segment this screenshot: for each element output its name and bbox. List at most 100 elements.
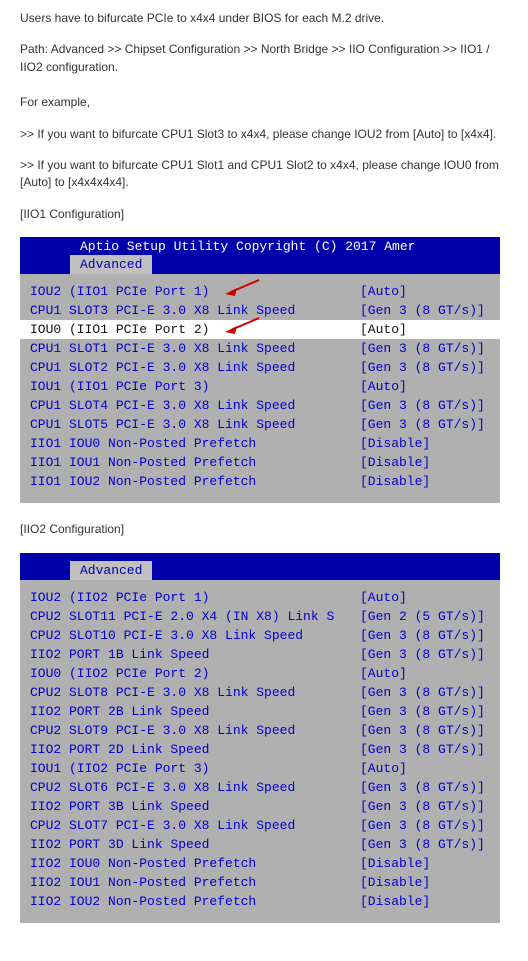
bios-setting-row[interactable]: IIO1 IOU0 Non-Posted Prefetch[Disable] (20, 434, 500, 453)
setting-label: CPU2 SLOT8 PCI-E 3.0 X8 Link Speed (30, 683, 360, 702)
setting-label: CPU1 SLOT1 PCI-E 3.0 X8 Link Speed (30, 339, 360, 358)
setting-value[interactable]: [Disable] (360, 453, 430, 472)
bios-setting-row[interactable]: IIO1 IOU2 Non-Posted Prefetch[Disable] (20, 472, 500, 491)
setting-value[interactable]: [Auto] (360, 759, 407, 778)
setting-label: CPU1 SLOT3 PCI-E 3.0 X8 Link Speed (30, 301, 360, 320)
bios-setting-row[interactable]: CPU1 SLOT4 PCI-E 3.0 X8 Link Speed[Gen 3… (20, 396, 500, 415)
setting-value[interactable]: [Gen 3 (8 GT/s)] (360, 835, 485, 854)
bios-setting-row[interactable]: IOU2 (IIO1 PCIe Port 1)[Auto] (20, 282, 500, 301)
bios-screenshot-iio2: Advanced IOU2 (IIO2 PCIe Port 1)[Auto]CP… (20, 553, 500, 923)
setting-label: CPU1 SLOT2 PCI-E 3.0 X8 Link Speed (30, 358, 360, 377)
bios-setting-row[interactable]: CPU2 SLOT8 PCI-E 3.0 X8 Link Speed[Gen 3… (20, 683, 500, 702)
bios-setting-row[interactable]: IOU2 (IIO2 PCIe Port 1)[Auto] (20, 588, 500, 607)
document-body: Users have to bifurcate PCIe to x4x4 und… (0, 0, 528, 961)
setting-label: IIO1 IOU2 Non-Posted Prefetch (30, 472, 360, 491)
setting-label: CPU1 SLOT4 PCI-E 3.0 X8 Link Speed (30, 396, 360, 415)
bios-setting-row[interactable]: CPU2 SLOT9 PCI-E 3.0 X8 Link Speed[Gen 3… (20, 721, 500, 740)
setting-value[interactable]: [Gen 3 (8 GT/s)] (360, 358, 485, 377)
setting-label: IOU2 (IIO1 PCIe Port 1) (30, 282, 360, 301)
setting-value[interactable]: [Gen 3 (8 GT/s)] (360, 778, 485, 797)
bios-titlebar (20, 553, 500, 561)
bios-setting-row[interactable]: CPU1 SLOT1 PCI-E 3.0 X8 Link Speed[Gen 3… (20, 339, 500, 358)
bios-tabbar: Advanced (20, 255, 500, 274)
setting-label: IIO2 PORT 3B Link Speed (30, 797, 360, 816)
setting-label: CPU2 SLOT9 PCI-E 3.0 X8 Link Speed (30, 721, 360, 740)
bios-tabbar: Advanced (20, 561, 500, 580)
setting-label: CPU2 SLOT10 PCI-E 3.0 X8 Link Speed (30, 626, 360, 645)
bios-screenshot-iio1: Aptio Setup Utility Copyright (C) 2017 A… (20, 237, 500, 503)
setting-value[interactable]: [Auto] (360, 282, 407, 301)
setting-label: IIO2 IOU1 Non-Posted Prefetch (30, 873, 360, 892)
intro-text-3: For example, (20, 94, 508, 111)
setting-label: IOU1 (IIO2 PCIe Port 3) (30, 759, 360, 778)
bios-setting-row[interactable]: IOU1 (IIO2 PCIe Port 3)[Auto] (20, 759, 500, 778)
setting-value[interactable]: [Gen 3 (8 GT/s)] (360, 721, 485, 740)
heading-iio2: [IIO2 Configuration] (20, 521, 508, 538)
bios-setting-row[interactable]: IIO2 PORT 2D Link Speed[Gen 3 (8 GT/s)] (20, 740, 500, 759)
intro-text-5: >> If you want to bifurcate CPU1 Slot1 a… (20, 157, 508, 192)
bios-setting-row[interactable]: CPU2 SLOT10 PCI-E 3.0 X8 Link Speed[Gen … (20, 626, 500, 645)
intro-text-2: Path: Advanced >> Chipset Configuration … (20, 41, 508, 76)
setting-label: CPU2 SLOT11 PCI-E 2.0 X4 (IN X8) Link S (30, 607, 360, 626)
bios-body-iio1: IOU2 (IIO1 PCIe Port 1)[Auto]CPU1 SLOT3 … (20, 274, 500, 503)
setting-label: IIO1 IOU0 Non-Posted Prefetch (30, 434, 360, 453)
bios-setting-row[interactable]: IOU0 (IIO2 PCIe Port 2)[Auto] (20, 664, 500, 683)
setting-value[interactable]: [Disable] (360, 892, 430, 911)
setting-label: IIO2 PORT 2D Link Speed (30, 740, 360, 759)
setting-label: IOU2 (IIO2 PCIe Port 1) (30, 588, 360, 607)
bios-setting-row[interactable]: CPU1 SLOT2 PCI-E 3.0 X8 Link Speed[Gen 3… (20, 358, 500, 377)
setting-value[interactable]: [Gen 3 (8 GT/s)] (360, 415, 485, 434)
setting-value[interactable]: [Disable] (360, 854, 430, 873)
setting-label: CPU1 SLOT5 PCI-E 3.0 X8 Link Speed (30, 415, 360, 434)
setting-value[interactable]: [Gen 3 (8 GT/s)] (360, 702, 485, 721)
bios-titlebar: Aptio Setup Utility Copyright (C) 2017 A… (20, 237, 500, 255)
setting-label: IIO2 PORT 1B Link Speed (30, 645, 360, 664)
setting-value[interactable]: [Gen 3 (8 GT/s)] (360, 740, 485, 759)
setting-label: IIO2 IOU2 Non-Posted Prefetch (30, 892, 360, 911)
setting-label: IOU1 (IIO1 PCIe Port 3) (30, 377, 360, 396)
bios-setting-row[interactable]: IIO2 PORT 3D Link Speed[Gen 3 (8 GT/s)] (20, 835, 500, 854)
setting-value[interactable]: [Gen 3 (8 GT/s)] (360, 797, 485, 816)
setting-label: IOU0 (IIO1 PCIe Port 2) (30, 320, 360, 339)
bios-setting-row[interactable]: IIO2 IOU2 Non-Posted Prefetch[Disable] (20, 892, 500, 911)
setting-value[interactable]: [Auto] (360, 588, 407, 607)
intro-text-1: Users have to bifurcate PCIe to x4x4 und… (20, 10, 508, 27)
bios-body-iio2: IOU2 (IIO2 PCIe Port 1)[Auto]CPU2 SLOT11… (20, 580, 500, 923)
setting-value[interactable]: [Gen 2 (5 GT/s)] (360, 607, 485, 626)
bios-setting-row[interactable]: IIO2 IOU0 Non-Posted Prefetch[Disable] (20, 854, 500, 873)
bios-setting-row[interactable]: IIO1 IOU1 Non-Posted Prefetch[Disable] (20, 453, 500, 472)
bios-setting-row[interactable]: CPU1 SLOT5 PCI-E 3.0 X8 Link Speed[Gen 3… (20, 415, 500, 434)
bios-setting-row[interactable]: IIO2 PORT 1B Link Speed[Gen 3 (8 GT/s)] (20, 645, 500, 664)
setting-value[interactable]: [Auto] (360, 664, 407, 683)
bios-setting-row[interactable]: IOU1 (IIO1 PCIe Port 3)[Auto] (20, 377, 500, 396)
setting-value[interactable]: [Gen 3 (8 GT/s)] (360, 626, 485, 645)
setting-value[interactable]: [Gen 3 (8 GT/s)] (360, 396, 485, 415)
setting-value[interactable]: [Disable] (360, 873, 430, 892)
tab-advanced[interactable]: Advanced (70, 561, 152, 580)
bios-setting-row[interactable]: CPU1 SLOT3 PCI-E 3.0 X8 Link Speed[Gen 3… (20, 301, 500, 320)
setting-value[interactable]: [Gen 3 (8 GT/s)] (360, 301, 485, 320)
tab-advanced[interactable]: Advanced (70, 255, 152, 274)
heading-iio1: [IIO1 Configuration] (20, 206, 508, 223)
setting-label: IIO2 PORT 2B Link Speed (30, 702, 360, 721)
bios-setting-row[interactable]: CPU2 SLOT6 PCI-E 3.0 X8 Link Speed[Gen 3… (20, 778, 500, 797)
bios-setting-row[interactable]: IIO2 PORT 2B Link Speed[Gen 3 (8 GT/s)] (20, 702, 500, 721)
bios-setting-row[interactable]: CPU2 SLOT7 PCI-E 3.0 X8 Link Speed[Gen 3… (20, 816, 500, 835)
setting-value[interactable]: [Gen 3 (8 GT/s)] (360, 645, 485, 664)
setting-value[interactable]: [Gen 3 (8 GT/s)] (360, 683, 485, 702)
setting-value[interactable]: [Disable] (360, 472, 430, 491)
setting-value[interactable]: [Gen 3 (8 GT/s)] (360, 339, 485, 358)
setting-label: CPU2 SLOT6 PCI-E 3.0 X8 Link Speed (30, 778, 360, 797)
setting-label: CPU2 SLOT7 PCI-E 3.0 X8 Link Speed (30, 816, 360, 835)
bios-setting-row[interactable]: CPU2 SLOT11 PCI-E 2.0 X4 (IN X8) Link S[… (20, 607, 500, 626)
setting-value[interactable]: [Auto] (360, 320, 407, 339)
setting-label: IIO2 IOU0 Non-Posted Prefetch (30, 854, 360, 873)
bios-setting-row[interactable]: IOU0 (IIO1 PCIe Port 2)[Auto] (20, 320, 500, 339)
setting-value[interactable]: [Auto] (360, 377, 407, 396)
setting-value[interactable]: [Gen 3 (8 GT/s)] (360, 816, 485, 835)
setting-value[interactable]: [Disable] (360, 434, 430, 453)
setting-label: IOU0 (IIO2 PCIe Port 2) (30, 664, 360, 683)
bios-setting-row[interactable]: IIO2 PORT 3B Link Speed[Gen 3 (8 GT/s)] (20, 797, 500, 816)
bios-setting-row[interactable]: IIO2 IOU1 Non-Posted Prefetch[Disable] (20, 873, 500, 892)
intro-text-4: >> If you want to bifurcate CPU1 Slot3 t… (20, 126, 508, 143)
